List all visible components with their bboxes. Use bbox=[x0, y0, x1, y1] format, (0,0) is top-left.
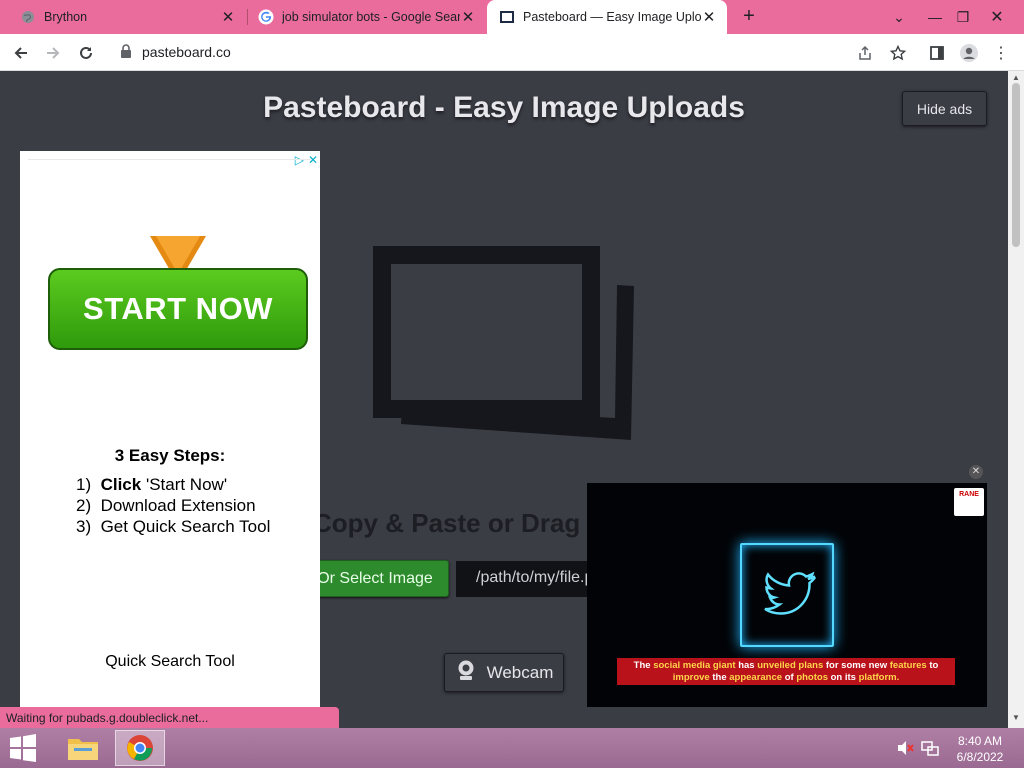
ad-step: 3) Get Quick Search Tool bbox=[76, 517, 271, 536]
tab-title: job simulator bots - Google Sear bbox=[282, 10, 460, 24]
tab-search-icon[interactable]: ⌄ bbox=[882, 0, 916, 34]
page-title: Pasteboard - Easy Image Uploads bbox=[263, 91, 745, 124]
ad-footer-text[interactable]: Quick Search Tool bbox=[20, 653, 320, 671]
video-caption: The social media giant has unveiled plan… bbox=[617, 658, 955, 685]
tab-title: Pasteboard — Easy Image Uploa bbox=[523, 10, 701, 24]
page-scrollbar[interactable]: ▲ ▼ bbox=[1008, 71, 1024, 728]
back-button[interactable] bbox=[8, 40, 34, 66]
reload-button[interactable] bbox=[73, 40, 99, 66]
start-now-button[interactable]: START NOW bbox=[48, 268, 308, 350]
file-explorer-icon[interactable] bbox=[58, 730, 108, 766]
tab-title: Brython bbox=[44, 10, 88, 24]
close-ad-icon[interactable]: ✕ bbox=[308, 153, 318, 167]
image-placeholder-icon bbox=[373, 246, 634, 440]
ad-divider bbox=[28, 159, 312, 160]
lock-icon[interactable] bbox=[120, 44, 132, 63]
menu-kebab-icon[interactable]: ⋮ bbox=[988, 40, 1014, 66]
copy-paste-instructions: Copy & Paste or Drag bbox=[313, 508, 581, 538]
file-path-field[interactable]: /path/to/my/file.png bbox=[456, 561, 596, 597]
url-text: pasteboard.co bbox=[142, 44, 231, 60]
channel-logo: RANE bbox=[954, 488, 984, 516]
advertisement[interactable]: ▷ ✕ START NOW 3 Easy Steps: 1) Click 'St… bbox=[20, 151, 320, 728]
twitter-logo-icon bbox=[740, 543, 834, 647]
side-panel-icon[interactable] bbox=[924, 40, 950, 66]
windows-taskbar: 8:40 AM 6/8/2022 bbox=[0, 728, 1024, 768]
chrome-icon[interactable] bbox=[115, 730, 165, 766]
webcam-button[interactable]: Webcam bbox=[444, 653, 564, 692]
scrollbar-thumb[interactable] bbox=[1012, 83, 1020, 247]
webcam-label: Webcam bbox=[486, 662, 554, 682]
address-bar[interactable]: pasteboard.co bbox=[110, 38, 918, 66]
new-tab-button[interactable]: + bbox=[738, 6, 760, 28]
close-tab-icon[interactable]: ✕ bbox=[701, 9, 717, 26]
ad-step: 1) Click 'Start Now' bbox=[76, 475, 228, 494]
clock-date: 6/8/2022 bbox=[956, 750, 1004, 764]
browser-toolbar: pasteboard.co ⋮ bbox=[0, 34, 1024, 71]
webcam-icon bbox=[455, 659, 477, 686]
pasteboard-icon bbox=[499, 9, 515, 25]
restore-button[interactable]: ❐ bbox=[946, 0, 980, 34]
network-icon[interactable] bbox=[921, 740, 939, 761]
ad-step: 2) Download Extension bbox=[76, 496, 256, 515]
steps-heading: 3 Easy Steps: bbox=[114, 446, 226, 465]
forward-button[interactable] bbox=[40, 40, 66, 66]
google-icon bbox=[258, 9, 274, 25]
clock-time: 8:40 AM bbox=[957, 734, 1003, 748]
profile-avatar-icon[interactable] bbox=[956, 40, 982, 66]
globe-icon bbox=[20, 9, 36, 25]
close-tab-icon[interactable]: ✕ bbox=[220, 9, 236, 26]
scroll-up-arrow[interactable]: ▲ bbox=[1012, 73, 1020, 82]
close-window-button[interactable]: ✕ bbox=[980, 0, 1014, 34]
close-video-icon[interactable]: ✕ bbox=[969, 465, 983, 479]
ad-choices[interactable]: ▷ ✕ bbox=[295, 153, 318, 167]
tab-pasteboard[interactable]: Pasteboard — Easy Image Uploa ✕ bbox=[487, 0, 727, 34]
tab-google-search[interactable]: job simulator bots - Google Sear ✕ bbox=[248, 0, 486, 34]
video-player[interactable]: RANE The social media giant has unveiled… bbox=[587, 483, 987, 707]
adchoices-icon[interactable]: ▷ bbox=[295, 153, 304, 167]
select-image-button[interactable]: Or Select Image bbox=[301, 560, 449, 597]
volume-muted-icon[interactable] bbox=[897, 740, 915, 761]
hide-ads-button[interactable]: Hide ads bbox=[902, 91, 987, 126]
windows-start-icon[interactable] bbox=[8, 734, 38, 767]
share-icon[interactable] bbox=[852, 40, 878, 66]
system-clock[interactable]: 8:40 AM 6/8/2022 bbox=[948, 733, 1012, 765]
tab-strip: Brython ✕ job simulator bots - Google Se… bbox=[0, 0, 1024, 34]
close-tab-icon[interactable]: ✕ bbox=[460, 9, 476, 26]
scroll-down-arrow[interactable]: ▼ bbox=[1012, 713, 1020, 722]
status-bar: Waiting for pubads.g.doubleclick.net... bbox=[0, 707, 339, 728]
tab-brython[interactable]: Brython ✕ bbox=[0, 0, 246, 34]
bookmark-star-icon[interactable] bbox=[885, 40, 911, 66]
